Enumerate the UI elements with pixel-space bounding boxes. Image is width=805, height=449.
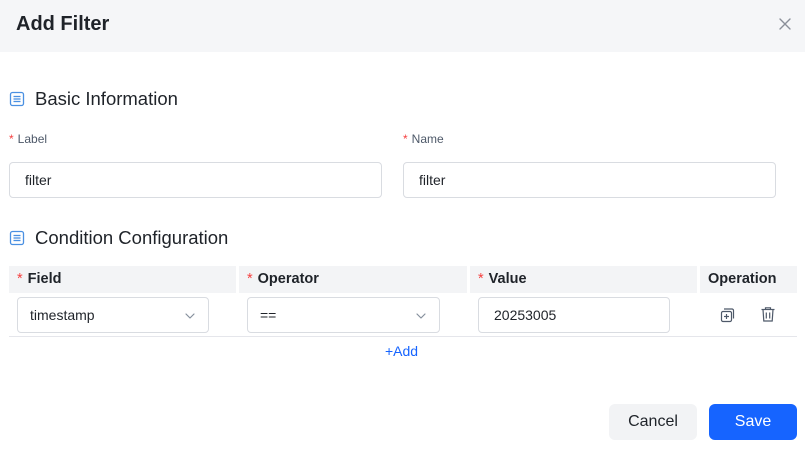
required-mark: * [247,271,253,287]
dialog-header: Add Filter [0,0,805,52]
section-title: Basic Information [35,88,178,109]
field-select-value: timestamp [30,307,95,323]
operator-select[interactable]: == [247,297,440,333]
copy-add-icon[interactable] [718,306,736,324]
required-mark: * [403,132,408,146]
row-divider [9,336,797,337]
cancel-button[interactable]: Cancel [609,404,697,440]
column-field-label: Field [27,271,62,287]
column-value-label: Value [488,271,527,287]
chevron-down-icon [185,313,195,319]
section-title: Condition Configuration [35,227,229,248]
column-header-value: * Value [470,266,697,293]
field-select[interactable]: timestamp [17,297,209,333]
name-field-label: * Name [403,131,444,147]
column-operation-label: Operation [708,271,777,287]
column-operator-label: Operator [257,271,319,287]
name-field-label-text: Name [411,132,444,146]
required-mark: * [17,271,23,287]
column-header-operation: Operation [700,266,797,293]
name-input[interactable] [403,162,776,198]
list-doc-icon [9,230,25,246]
save-button[interactable]: Save [709,404,797,440]
list-doc-icon [9,91,25,107]
dialog-title: Add Filter [16,13,110,35]
column-header-operator: * Operator [239,266,467,293]
basic-information-heading: Basic Information [9,87,178,111]
value-input[interactable] [478,297,670,333]
add-condition-link[interactable]: +Add [385,343,418,359]
label-input[interactable] [9,162,382,198]
required-mark: * [9,132,14,146]
label-field-label-text: Label [17,132,48,146]
required-mark: * [478,271,484,287]
operator-select-value: == [260,307,277,323]
trash-icon[interactable] [759,305,777,323]
add-filter-dialog: Add Filter Basic Information *Label *Nam… [0,0,805,449]
chevron-down-icon [416,313,426,319]
close-icon[interactable] [776,15,794,33]
column-header-field: * Field [9,266,236,293]
label-field-label: * Label [9,131,47,147]
condition-configuration-heading: Condition Configuration [9,226,228,250]
